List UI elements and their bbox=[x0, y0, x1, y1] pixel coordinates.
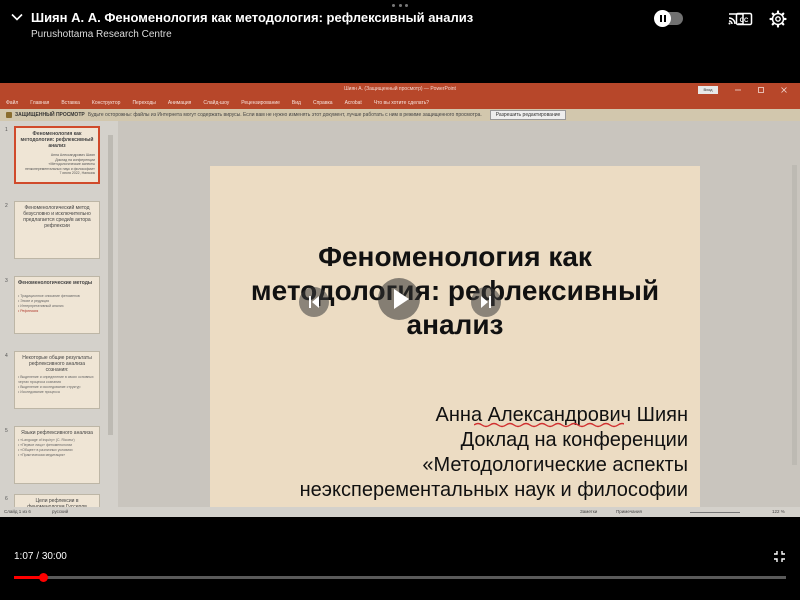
scrubber-handle[interactable] bbox=[38, 573, 48, 582]
status-notes: Заметки bbox=[580, 509, 598, 514]
protected-view-title: ЗАЩИЩЕННЫЙ ПРОСМОТР bbox=[15, 112, 85, 118]
slide-scrollbar bbox=[792, 165, 797, 465]
ribbon-tab: Рецензирование bbox=[241, 100, 280, 106]
play-icon bbox=[394, 289, 409, 309]
slide-title: Феноменология как методология: рефлексив… bbox=[250, 241, 660, 340]
zoom-slider bbox=[690, 512, 740, 513]
time-separator: / bbox=[33, 551, 42, 562]
drag-handle[interactable] bbox=[392, 4, 408, 8]
ribbon-tab: Вид bbox=[291, 100, 301, 106]
status-comments: Примечания bbox=[616, 509, 642, 514]
svg-text:CC: CC bbox=[740, 18, 749, 24]
time-display: 1:07 / 30:00 bbox=[14, 551, 67, 562]
chevron-down-icon[interactable] bbox=[10, 10, 24, 24]
exit-fullscreen-icon[interactable] bbox=[773, 550, 786, 563]
ribbon-tab: Acrobat bbox=[344, 100, 362, 106]
skip-next-icon bbox=[481, 296, 491, 308]
powerpoint-window-title: Шиян А. (Защищенный просмотр) — PowerPoi… bbox=[344, 86, 456, 92]
slide-thumbnails-pane: 1 Феноменология как методология: рефлекс… bbox=[0, 121, 118, 508]
thumbnail-number: 2 bbox=[5, 203, 8, 209]
slide-thumbnail: Языки рефлексивного анализа • «Language … bbox=[14, 426, 100, 484]
protected-view-message: Будьте осторожны: файлы из Интернета мог… bbox=[88, 112, 482, 118]
ribbon-tab: Анимация bbox=[167, 100, 192, 106]
spellcheck-underline bbox=[474, 422, 624, 428]
powerpoint-titlebar: Шиян А. (Защищенный просмотр) — PowerPoi… bbox=[0, 83, 800, 97]
powerpoint-ribbon: Файл Главная Вставка Конструктор Переход… bbox=[0, 97, 800, 109]
previous-button[interactable] bbox=[299, 287, 329, 317]
video-frame[interactable]: Шиян А. (Защищенный просмотр) — PowerPoi… bbox=[0, 83, 800, 517]
thumbnail-number: 1 bbox=[5, 127, 8, 133]
next-button[interactable] bbox=[471, 287, 501, 317]
powerpoint-statusbar: Слайд 1 из 6 русский Заметки Примечания … bbox=[0, 507, 800, 517]
close-icon bbox=[781, 87, 787, 93]
pause-icon bbox=[654, 10, 671, 27]
slide-thumbnail: Феноменологический метод безусловно и ис… bbox=[14, 201, 100, 259]
current-time: 1:07 bbox=[14, 551, 34, 562]
maximize-icon bbox=[758, 87, 764, 93]
slide-thumbnail: Цели рефлексии в феноменологии Гуссерля bbox=[14, 494, 100, 508]
thumbnails-scrollbar bbox=[108, 135, 113, 435]
ribbon-tab: Слайд-шоу bbox=[203, 100, 230, 106]
status-zoom: 122 % bbox=[772, 509, 785, 514]
ribbon-tab: Переходы bbox=[132, 100, 156, 106]
skip-previous-icon bbox=[309, 296, 319, 308]
ribbon-tab: Файл bbox=[6, 100, 19, 106]
thumbnail-number: 3 bbox=[5, 278, 8, 284]
play-button[interactable] bbox=[378, 278, 420, 320]
ribbon-tab: Главная bbox=[30, 100, 50, 106]
signin-button: Вход bbox=[698, 86, 718, 94]
thumbnail-number: 6 bbox=[5, 496, 8, 502]
ribbon-tab: Справка bbox=[312, 100, 333, 106]
status-language: русский bbox=[52, 509, 69, 514]
channel-name[interactable]: Purushottama Research Centre bbox=[31, 29, 172, 40]
gear-icon[interactable] bbox=[769, 10, 787, 28]
ribbon-tell-me: Что вы хотите сделать? bbox=[373, 100, 430, 106]
slide-thumbnail: Феноменология как методология: рефлексив… bbox=[14, 126, 100, 184]
protected-view-bar: ЗАЩИЩЕННЫЙ ПРОСМОТР Будьте осторожны: фа… bbox=[0, 109, 800, 121]
enable-editing-button: Разрешить редактирование bbox=[490, 110, 566, 120]
ribbon-tab: Конструктор bbox=[91, 100, 121, 106]
thumbnail-number: 5 bbox=[5, 428, 8, 434]
closed-captions-icon[interactable]: CC bbox=[735, 10, 753, 28]
minimize-icon bbox=[735, 89, 741, 91]
duration: 30:00 bbox=[41, 551, 67, 562]
current-slide: Феноменология как методология: рефлексив… bbox=[210, 166, 700, 517]
slide-author-block: Анна Александрович Шиян Доклад на конфер… bbox=[299, 404, 688, 517]
status-slide-counter: Слайд 1 из 6 bbox=[4, 509, 31, 514]
thumbnail-number: 4 bbox=[5, 353, 8, 359]
slide-thumbnail: Некоторые общие результаты рефлексивного… bbox=[14, 351, 100, 409]
shield-icon bbox=[6, 112, 12, 118]
autoplay-toggle[interactable] bbox=[654, 10, 683, 27]
ribbon-tab: Вставка bbox=[61, 100, 80, 106]
video-title[interactable]: Шиян А. А. Феноменология как методология… bbox=[31, 10, 473, 25]
slide-thumbnail: Феноменологические методы • Традиционное… bbox=[14, 276, 100, 334]
progress-bar[interactable] bbox=[14, 573, 786, 582]
player-top-bar: Шиян А. А. Феноменология как методология… bbox=[0, 0, 800, 48]
